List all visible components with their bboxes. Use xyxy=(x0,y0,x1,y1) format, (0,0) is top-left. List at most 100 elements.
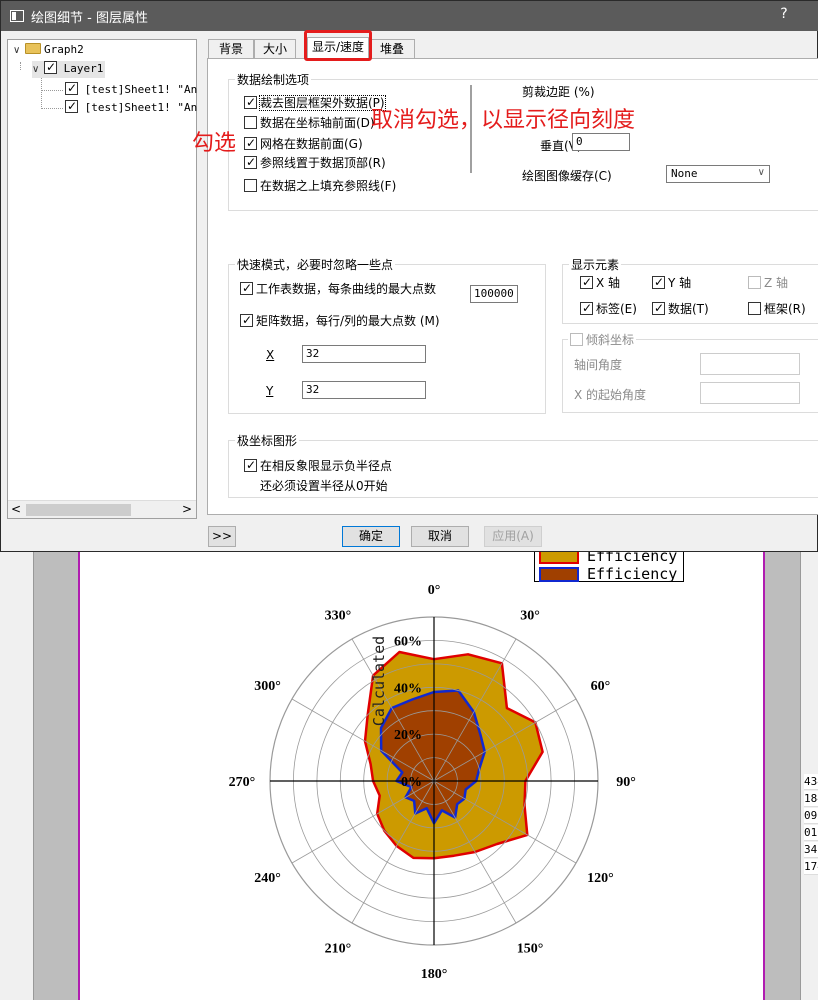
frame-option[interactable]: 框架(R) xyxy=(748,301,806,317)
fill-reference-lines-option[interactable]: 在数据之上填充参照线(F) xyxy=(244,178,396,194)
tree-line xyxy=(20,62,21,70)
tree-node-label: Graph2 xyxy=(44,43,84,56)
window-icon xyxy=(10,10,24,22)
angle-tick-label: 60° xyxy=(591,679,611,694)
y-points-label: Y xyxy=(266,384,274,398)
help-button[interactable]: ? xyxy=(777,6,791,22)
scroll-right-icon[interactable]: > xyxy=(180,502,194,516)
data-before-axes-checkbox[interactable] xyxy=(244,116,257,129)
group-title: 快速模式，必要时忽略一些点 xyxy=(235,256,396,273)
negative-radius-option[interactable]: 在相反象限显示负半径点 xyxy=(244,457,393,474)
tree-line xyxy=(41,90,63,91)
tree-node-plot[interactable]: [test]Sheet1! "An xyxy=(65,80,198,98)
option-label: 数据(T) xyxy=(668,302,709,316)
x-points-input[interactable]: 32 xyxy=(302,345,426,363)
clip-outside-frame-option[interactable]: 裁去图层框架外数据(P) xyxy=(244,94,386,111)
option-label: 在数据之上填充参照线(F) xyxy=(260,179,397,193)
vertical-margin-input[interactable]: 0 xyxy=(572,133,630,151)
tree-node-plot[interactable]: [test]Sheet1! "An xyxy=(65,98,197,116)
tab-size[interactable]: 大小 xyxy=(254,39,296,59)
data-option[interactable]: 数据(T) xyxy=(652,300,709,317)
worksheet-max-points-checkbox[interactable] xyxy=(240,280,253,296)
layer-checkbox[interactable] xyxy=(44,59,57,75)
chevron-down-icon: ∨ xyxy=(757,167,765,178)
x-points-label: X xyxy=(266,348,275,362)
group-title: 显示元素 xyxy=(569,256,622,273)
tree-node-layer[interactable]: ∨ Layer1 xyxy=(32,59,106,78)
worksheet-max-points-option[interactable]: 工作表数据，每条曲线的最大点数 xyxy=(240,280,437,297)
labels-option[interactable]: 标签(E) xyxy=(580,300,637,317)
ok-button[interactable]: 确定 xyxy=(342,526,400,547)
angle-tick-label: 270° xyxy=(229,775,256,790)
object-tree[interactable]: ∨Graph2 ∨ Layer1 [test]Sheet1! "An [test… xyxy=(7,39,197,519)
worksheet-strip: 434 184 090 010 342 174 xyxy=(800,552,818,1000)
x-axis-option[interactable]: X 轴 xyxy=(580,274,620,291)
tree-line xyxy=(41,77,42,109)
tree-horizontal-scrollbar[interactable]: < > xyxy=(8,500,196,518)
angle-tick-label: 150° xyxy=(517,941,544,956)
left-panel-strip xyxy=(0,552,34,1000)
folder-icon xyxy=(25,43,41,54)
clip-outside-frame-checkbox[interactable] xyxy=(244,94,257,110)
tree-node-label: [test]Sheet1! "An xyxy=(84,83,198,96)
negative-radius-checkbox[interactable] xyxy=(244,457,257,473)
angle-tick-label: 0° xyxy=(428,583,441,598)
radial-tick-label: 60% xyxy=(394,634,422,649)
data-before-axes-option[interactable]: 数据在坐标轴前面(D) xyxy=(244,115,375,131)
grid-before-data-checkbox[interactable] xyxy=(244,135,257,151)
option-label: 标签(E) xyxy=(596,302,637,316)
scroll-thumb[interactable] xyxy=(26,504,131,516)
polar-note: 还必须设置半径从0开始 xyxy=(260,479,388,493)
title-bar[interactable]: 绘图细节 - 图层属性 ? xyxy=(1,1,818,31)
radial-tick-label: 20% xyxy=(394,728,422,743)
option-label: 工作表数据，每条曲线的最大点数 xyxy=(256,282,437,296)
angle-tick-label: 120° xyxy=(587,871,614,886)
matrix-max-points-checkbox[interactable] xyxy=(240,312,253,328)
angle-tick-label: 180° xyxy=(421,967,448,982)
x-axis-checkbox[interactable] xyxy=(580,274,593,290)
reference-lines-on-top-checkbox[interactable] xyxy=(244,154,257,170)
data-checkbox[interactable] xyxy=(652,300,665,316)
plot-checkbox[interactable] xyxy=(65,80,78,96)
chevron-down-icon[interactable]: ∨ xyxy=(32,62,44,78)
tab-stack[interactable]: 堆叠 xyxy=(369,39,415,59)
tree-line xyxy=(41,108,63,109)
tree-node-graph[interactable]: ∨ Graph2 xyxy=(13,42,84,59)
scroll-left-icon[interactable]: < xyxy=(9,502,23,516)
graph-window: 0° 30° 60° 90° 120° 150° 180° 210° 240° 270° 300° 3… xyxy=(0,546,818,1000)
window-title: 绘图细节 - 图层属性 xyxy=(31,11,148,26)
fill-reference-lines-checkbox[interactable] xyxy=(244,179,257,192)
plot-checkbox[interactable] xyxy=(65,98,78,114)
radial-tick-label: 0% xyxy=(401,775,422,790)
grid-before-data-option[interactable]: 网格在数据前面(G) xyxy=(244,135,363,152)
reference-lines-on-top-option[interactable]: 参照线置于数据顶部(R) xyxy=(244,154,386,171)
frame-checkbox[interactable] xyxy=(748,302,761,315)
axis-angle-label: 轴间角度 xyxy=(574,358,623,372)
angle-tick-label: 30° xyxy=(520,609,540,624)
page-margin-right xyxy=(765,552,800,1000)
more-button[interactable]: >> xyxy=(208,526,236,547)
option-label: 在相反象限显示负半径点 xyxy=(260,459,393,473)
chevron-down-icon[interactable]: ∨ xyxy=(13,43,25,59)
check-annotation: 勾选 xyxy=(192,131,237,156)
option-label: 参照线置于数据顶部(R) xyxy=(260,156,386,170)
y-points-input[interactable]: 32 xyxy=(302,381,426,399)
labels-checkbox[interactable] xyxy=(580,300,593,316)
image-cache-select[interactable]: None ∨ xyxy=(666,165,770,183)
worksheet-cell: 184 xyxy=(804,791,818,807)
matrix-max-points-option[interactable]: 矩阵数据，每行/列的最大点数 (M) xyxy=(240,312,440,329)
option-label: 框架(R) xyxy=(764,302,806,316)
group-title: 极坐标图形 xyxy=(235,432,300,449)
group-title: 数据绘制选项 xyxy=(235,71,312,88)
worksheet-max-points-input[interactable]: 100000 xyxy=(470,285,518,303)
y-axis-checkbox[interactable] xyxy=(652,274,665,290)
polar-chart: 0° 30° 60° 90° 120° 150° 180° 210° 240° 270° 300° 3… xyxy=(229,583,636,982)
y-axis-option[interactable]: Y 轴 xyxy=(652,274,691,291)
graph-page: 0° 30° 60° 90° 120° 150° 180° 210° 240° 270° 300° 3… xyxy=(80,552,763,1000)
worksheet-cell: 434 xyxy=(804,774,818,790)
angle-tick-label: 90° xyxy=(616,775,636,790)
legend-swatch xyxy=(539,567,579,582)
select-value: None xyxy=(671,167,698,180)
cancel-button[interactable]: 取消 xyxy=(411,526,469,547)
tab-background[interactable]: 背景 xyxy=(208,39,254,59)
